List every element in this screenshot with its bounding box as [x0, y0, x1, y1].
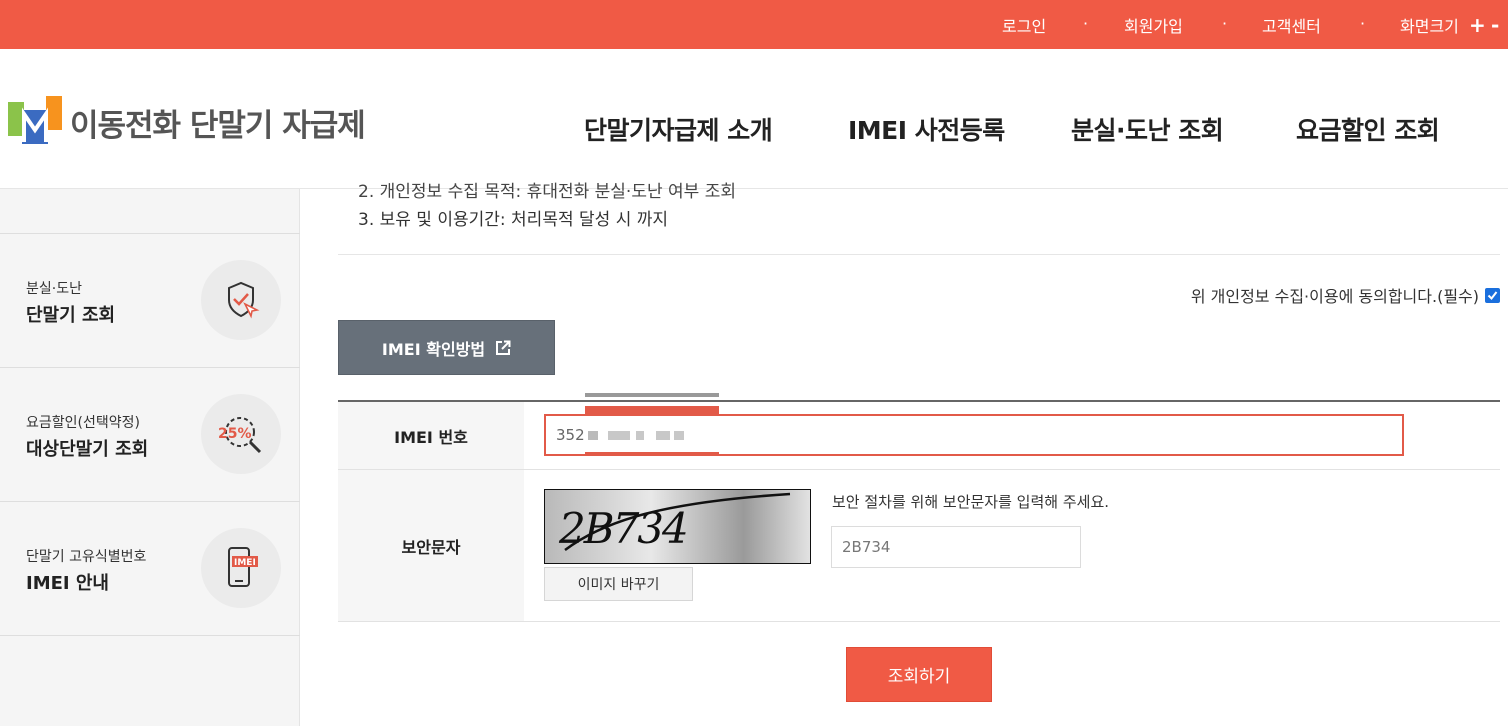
captcha-image: 2B734 [544, 489, 811, 564]
logo-text: 이동전화 단말기 자급제 [70, 107, 366, 144]
imei-label: IMEI 번호 [338, 402, 524, 469]
separator-dot: · [1083, 14, 1089, 33]
imei-input-value: 352 [556, 426, 585, 444]
captcha-label: 보안문자 [338, 470, 524, 621]
captcha-code: 2B734 [559, 504, 689, 553]
gnb-item-lost-stolen[interactable]: 분실·도난 조회 [1071, 111, 1224, 147]
external-link-icon [496, 340, 511, 355]
top-utility-bar: 로그인 · 회원가입 · 고객센터 · 화면크기 + - [0, 0, 1508, 49]
check-icon [1487, 290, 1498, 300]
sidebar-item-label: IMEI 안내 [26, 573, 109, 594]
redacted-block [635, 430, 644, 440]
shield-check-icon [201, 260, 281, 340]
imei-input[interactable]: 352 [544, 414, 1404, 456]
autocomplete-overlay [585, 452, 719, 456]
site-logo[interactable]: 이동전화 단말기 자급제 [8, 96, 366, 148]
font-size-label: 화면크기 [1400, 16, 1459, 36]
sidebar-item-sub: 요금할인(선택약정) [26, 415, 140, 431]
main-content: 2. 개인정보 수집 목적: 휴대전화 분실·도난 여부 조회 3. 보유 및 … [338, 182, 1500, 726]
reload-captcha-button[interactable]: 이미지 바꾸기 [544, 567, 693, 601]
sidebar-divider [0, 635, 300, 636]
imei-icon-label: IMEI [234, 558, 256, 568]
imei-guide-button[interactable]: IMEI 확인방법 [338, 320, 555, 375]
captcha-row: 보안문자 2B734 이미지 바꾸기 보안 절차를 위해 보안문자를 입력해 주… [338, 470, 1500, 622]
captcha-input[interactable]: 2B734 [831, 526, 1081, 568]
lookup-form: IMEI 번호 352 보안문자 2B734 이미지 바꾸기 보안 절차를 위해… [338, 393, 1500, 622]
separator-dot: · [1360, 14, 1366, 33]
sidebar: 분실·도난 단말기 조회 요금할인(선택약정) 대상단말기 조회 25% 단말기… [0, 189, 300, 726]
percent-search-icon: 25% [201, 394, 281, 474]
captcha-description: 보안 절차를 위해 보안문자를 입력해 주세요. [832, 493, 1110, 511]
font-size-plus-button[interactable]: + [1469, 0, 1486, 49]
font-size-minus-button[interactable]: - [1491, 0, 1499, 49]
sidebar-item-lost-stolen[interactable]: 분실·도난 단말기 조회 [0, 233, 300, 367]
gnb-item-intro[interactable]: 단말기자급제 소개 [584, 111, 773, 147]
sidebar-item-label: 대상단말기 조회 [26, 439, 149, 460]
imei-row: IMEI 번호 352 [338, 393, 1500, 470]
notice-line-2: 2. 개인정보 수집 목적: 휴대전화 분실·도난 여부 조회 [358, 182, 736, 202]
redacted-block [607, 430, 630, 440]
sidebar-item-discount[interactable]: 요금할인(선택약정) 대상단말기 조회 25% [0, 367, 300, 501]
site-header: 이동전화 단말기 자급제 단말기자급제 소개 IMEI 사전등록 분실·도난 조… [0, 49, 1508, 189]
sidebar-item-label: 단말기 조회 [26, 305, 116, 326]
signup-link[interactable]: 회원가입 [1124, 0, 1183, 49]
agree-checkbox-label[interactable]: 위 개인정보 수집·이용에 동의합니다.(필수) [1191, 283, 1500, 307]
phone-imei-icon: IMEI [201, 528, 281, 608]
imei-guide-label: IMEI 확인방법 [381, 339, 486, 359]
autocomplete-overlay [585, 406, 719, 414]
percent-icon-label: 25% [218, 426, 252, 442]
gnb-item-discount[interactable]: 요금할인 조회 [1296, 111, 1440, 147]
agree-text: 위 개인정보 수집·이용에 동의합니다.(필수) [1190, 287, 1479, 306]
gnb-item-imei-register[interactable]: IMEI 사전등록 [848, 111, 1005, 147]
redacted-block [587, 430, 598, 440]
captcha-input-value: 2B734 [842, 538, 891, 556]
login-link[interactable]: 로그인 [1002, 0, 1046, 49]
support-link[interactable]: 고객센터 [1262, 0, 1321, 49]
logo-mark-icon [8, 96, 62, 144]
sidebar-item-sub: 분실·도난 [26, 281, 82, 297]
notice-line-3: 3. 보유 및 이용기간: 처리목적 달성 시 까지 [358, 210, 669, 230]
sidebar-item-imei-guide[interactable]: 단말기 고유식별번호 IMEI 안내 IMEI [0, 501, 300, 635]
agree-checkbox[interactable] [1485, 287, 1500, 303]
redacted-block [673, 430, 684, 440]
autocomplete-overlay [585, 393, 719, 397]
search-button[interactable]: 조회하기 [846, 647, 992, 702]
sidebar-item-sub: 단말기 고유식별번호 [26, 549, 147, 565]
redacted-block [655, 430, 670, 440]
separator-dot: · [1222, 14, 1228, 33]
divider [338, 254, 1500, 255]
